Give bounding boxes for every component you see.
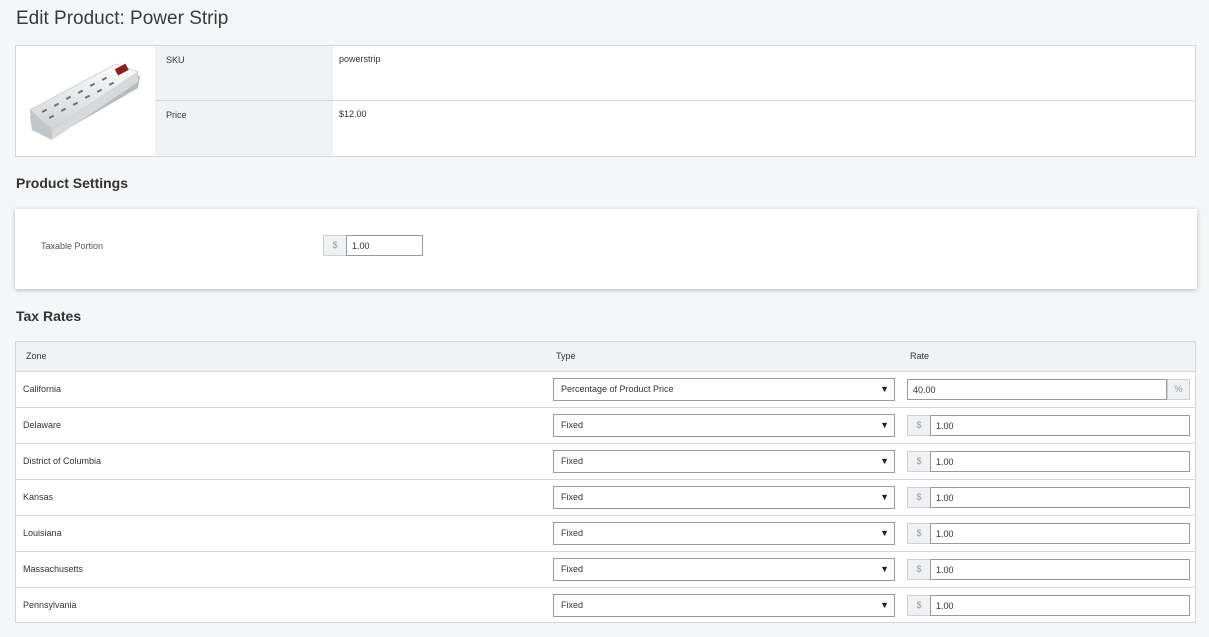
taxable-portion-input[interactable] — [346, 235, 423, 256]
table-row: Massachusetts Fixed ▼ $ — [16, 552, 1195, 588]
zone-name: Pennsylvania — [23, 600, 77, 610]
tax-type-value: Fixed — [561, 528, 584, 538]
chevron-down-icon: ▼ — [880, 456, 889, 466]
table-row: District of Columbia Fixed ▼ $ — [16, 444, 1195, 480]
dollar-addon: $ — [323, 235, 346, 256]
price-row: Price $12.00 — [155, 101, 1195, 156]
sku-row: SKU powerstrip — [155, 46, 1195, 101]
tax-rate-input[interactable] — [930, 595, 1190, 616]
tax-rates-table: Zone Type Rate California Percentage of P… — [15, 341, 1196, 623]
table-row: Delaware Fixed ▼ $ — [16, 408, 1195, 444]
tax-type-select[interactable]: Fixed ▼ — [553, 558, 895, 581]
chevron-down-icon: ▼ — [880, 528, 889, 538]
sku-label: SKU — [166, 55, 185, 65]
header-zone: Zone — [26, 351, 47, 361]
zone-name: Massachusetts — [23, 564, 84, 574]
tax-rates-title: Tax Rates — [16, 308, 82, 324]
table-header: Zone Type Rate — [16, 342, 1195, 372]
tax-type-value: Fixed — [561, 492, 584, 502]
dollar-addon: $ — [907, 559, 930, 580]
chevron-down-icon: ▼ — [880, 492, 889, 502]
tax-rate-input[interactable] — [930, 559, 1190, 580]
table-row: Pennsylvania Fixed ▼ $ — [16, 588, 1195, 624]
percent-addon: % — [1167, 379, 1190, 400]
taxable-portion-label: Taxable Portion — [41, 241, 104, 251]
tax-rate-input[interactable] — [930, 487, 1190, 508]
tax-rate-input[interactable] — [930, 451, 1190, 472]
dollar-addon: $ — [907, 451, 930, 472]
tax-type-value: Fixed — [561, 420, 584, 430]
price-label: Price — [166, 110, 187, 120]
tax-type-select[interactable]: Fixed ▼ — [553, 522, 895, 545]
dollar-addon: $ — [907, 415, 930, 436]
tax-type-value: Fixed — [561, 564, 584, 574]
tax-type-value: Fixed — [561, 600, 584, 610]
product-image — [16, 46, 155, 156]
table-row: Kansas Fixed ▼ $ — [16, 480, 1195, 516]
zone-name: District of Columbia — [23, 456, 102, 466]
header-type: Type — [556, 351, 576, 361]
header-rate: Rate — [910, 351, 930, 361]
dollar-addon: $ — [907, 523, 930, 544]
chevron-down-icon: ▼ — [880, 420, 889, 430]
tax-rate-input[interactable] — [930, 415, 1190, 436]
tax-type-value: Percentage of Product Price — [561, 384, 674, 394]
dollar-addon: $ — [907, 595, 930, 616]
chevron-down-icon: ▼ — [880, 384, 889, 394]
zone-name: California — [23, 384, 62, 394]
tax-type-select[interactable]: Percentage of Product Price ▼ — [553, 378, 895, 401]
table-row: Louisiana Fixed ▼ $ — [16, 516, 1195, 552]
tax-type-value: Fixed — [561, 456, 584, 466]
sku-value: powerstrip — [339, 54, 381, 64]
zone-name: Louisiana — [23, 528, 62, 538]
chevron-down-icon: ▼ — [880, 564, 889, 574]
tax-type-select[interactable]: Fixed ▼ — [553, 594, 895, 617]
power-strip-image — [29, 63, 140, 140]
product-settings-card: Taxable Portion $ — [15, 209, 1197, 289]
product-settings-title: Product Settings — [16, 175, 129, 191]
page-title: Edit Product: Power Strip — [16, 8, 229, 29]
zone-name: Delaware — [23, 420, 62, 430]
product-summary: SKU powerstrip Price $12.00 — [15, 45, 1196, 157]
tax-type-select[interactable]: Fixed ▼ — [553, 414, 895, 437]
chevron-down-icon: ▼ — [880, 600, 889, 610]
tax-rate-input[interactable] — [907, 379, 1167, 400]
tax-rate-input[interactable] — [930, 523, 1190, 544]
tax-type-select[interactable]: Fixed ▼ — [553, 486, 895, 509]
table-row: California Percentage of Product Price ▼% — [16, 372, 1195, 408]
price-value: $12.00 — [339, 109, 367, 119]
zone-name: Kansas — [23, 492, 54, 502]
dollar-addon: $ — [907, 487, 930, 508]
tax-type-select[interactable]: Fixed ▼ — [553, 450, 895, 473]
